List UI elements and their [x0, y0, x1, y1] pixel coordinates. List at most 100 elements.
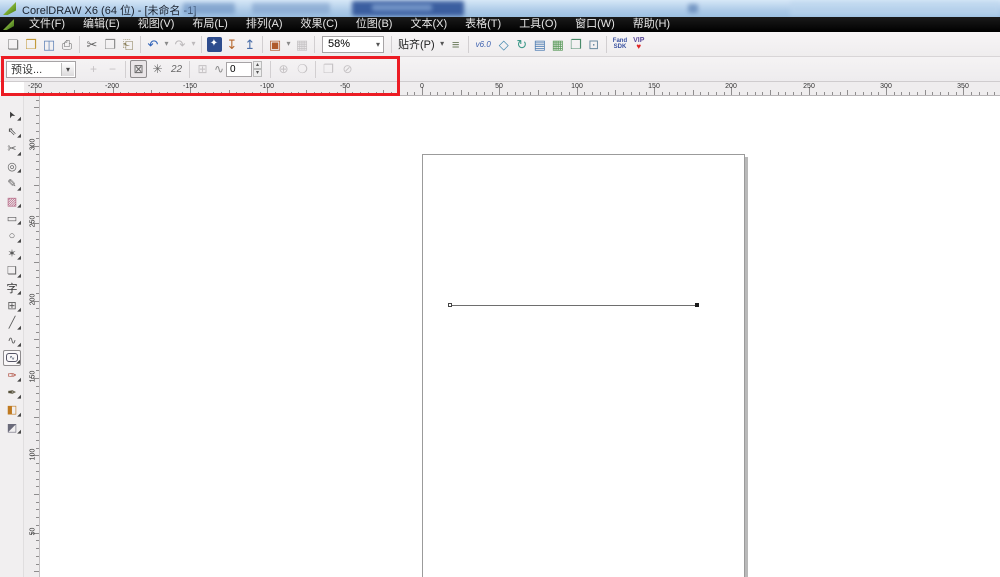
flyout-arrow-icon: ◢ — [17, 220, 21, 226]
menu-item-1[interactable]: 编辑(E) — [74, 17, 129, 32]
preset-dropdown[interactable]: 预设... ▾ — [6, 61, 76, 78]
zoom-level-combo[interactable]: 58% ▾ — [322, 36, 384, 53]
export-button[interactable]: ↥ — [241, 35, 259, 54]
vruler-label: 200 — [30, 292, 37, 308]
interactive-fill-icon: ◩ — [7, 421, 17, 434]
cut-button[interactable]: ✂ — [83, 35, 101, 54]
menu-item-11[interactable]: 帮助(H) — [624, 17, 679, 32]
redo-button[interactable]: ↷ — [171, 35, 189, 54]
line-end-node[interactable] — [695, 303, 699, 307]
page-canvas[interactable] — [422, 154, 745, 577]
coreldraw-menu-logo-icon[interactable] — [3, 19, 14, 30]
freehand-tool[interactable]: ✎◢ — [3, 176, 21, 192]
rectangle-icon: ▭ — [7, 212, 17, 225]
welcome-screen-button[interactable]: ▦ — [293, 35, 311, 54]
undo-dropdown[interactable]: ▾ — [162, 35, 171, 54]
crop-icon: ✂ — [7, 142, 16, 155]
search-content-icon: ✦ — [207, 37, 222, 52]
open-button[interactable]: ❒ — [22, 35, 40, 54]
menu-item-2[interactable]: 视图(V) — [129, 17, 184, 32]
import-button[interactable]: ↧ — [223, 35, 241, 54]
color-eyedropper-tool[interactable]: ✑◢ — [3, 367, 21, 383]
options-button[interactable]: ≡ — [447, 35, 465, 54]
pick-tool[interactable]: ➤◢ — [3, 106, 21, 122]
search-content-button[interactable]: ✦ — [205, 35, 223, 54]
refresh-plugin-icon[interactable]: ↻ — [513, 35, 531, 54]
clear-distortion-button[interactable]: ⊘ — [339, 60, 356, 78]
fill-tool[interactable]: ◧◢ — [3, 402, 21, 418]
page-plugin-icon[interactable]: ▤ — [531, 35, 549, 54]
drawn-line-object[interactable] — [452, 305, 695, 306]
spin-up-icon[interactable]: ▴ — [253, 61, 262, 69]
menu-item-8[interactable]: 表格(T) — [456, 17, 510, 32]
menu-item-5[interactable]: 效果(C) — [292, 17, 347, 32]
copy-plugin-icon[interactable]: ❐ — [567, 35, 585, 54]
chevron-down-icon[interactable]: ▾ — [376, 40, 380, 49]
convert-to-curves-button[interactable]: ❍ — [294, 60, 311, 78]
node-plugin-icon[interactable]: ◇ — [495, 35, 513, 54]
new-document-button[interactable]: ❏ — [4, 35, 22, 54]
interactive-fill-tool[interactable]: ◩◢ — [3, 419, 21, 435]
menu-item-6[interactable]: 位图(B) — [347, 17, 402, 32]
polygon-tool[interactable]: ✶◢ — [3, 245, 21, 261]
twister-distortion-button[interactable]: 22 — [168, 60, 185, 78]
amplitude-spinner[interactable]: ▴ ▾ — [253, 61, 262, 77]
menu-item-7[interactable]: 文本(X) — [401, 17, 456, 32]
distort-tool[interactable]: ∿◢ — [3, 350, 21, 366]
snap-to-button[interactable]: 贴齐(P) — [395, 36, 438, 52]
outline-pen-tool[interactable]: ✒◢ — [3, 384, 21, 400]
horizontal-ruler[interactable]: -250-200-150-100-50050100150200250300350 — [24, 82, 1000, 96]
menu-item-10[interactable]: 窗口(W) — [566, 17, 624, 32]
crop-tool[interactable]: ✂◢ — [3, 141, 21, 157]
coreldraw-window: CorelDRAW X6 (64 位) - [未命名 -1] 文件(F)编辑(E… — [0, 0, 1000, 577]
snap-dropdown[interactable]: ▾ — [438, 35, 447, 54]
remove-preset-button[interactable]: − — [104, 60, 121, 78]
menu-item-0[interactable]: 文件(F) — [20, 17, 74, 32]
vertical-ruler[interactable]: 30025020015010050 — [24, 96, 40, 577]
basic-shapes-tool[interactable]: ❏◢ — [3, 263, 21, 279]
zoom-tool[interactable]: ◎◢ — [3, 158, 21, 174]
redo-dropdown[interactable]: ▾ — [189, 35, 198, 54]
add-preset-button[interactable]: + — [85, 60, 102, 78]
smart-fill-tool[interactable]: ▨◢ — [3, 193, 21, 209]
menu-item-9[interactable]: 工具(O) — [510, 17, 566, 32]
ellipse-tool[interactable]: ○◢ — [3, 228, 21, 244]
hruler-label: 350 — [957, 83, 969, 90]
menu-item-3[interactable]: 布局(L) — [183, 17, 236, 32]
center-distortion-button[interactable]: ⊕ — [275, 60, 292, 78]
shape-tool[interactable]: ⇖◢ — [3, 123, 21, 139]
print-button[interactable]: ⎙ — [58, 35, 76, 54]
save-button[interactable]: ◫ — [40, 35, 58, 54]
hruler-label: 150 — [648, 83, 660, 90]
push-pull-distortion-button[interactable]: ⊠ — [130, 60, 147, 78]
amplitude-wave-icon: ∿ — [213, 60, 225, 78]
chevron-down-icon[interactable]: ▾ — [61, 63, 74, 76]
parallel-dimension-icon: ╱ — [9, 316, 16, 329]
copy-button[interactable]: ❐ — [101, 35, 119, 54]
hruler-label: 0 — [420, 83, 424, 90]
application-launcher-button[interactable]: ▣ — [266, 35, 284, 54]
distortion-amplitude-input[interactable] — [226, 62, 252, 77]
undo-button[interactable]: ↶ — [144, 35, 162, 54]
hruler-label: -200 — [105, 83, 119, 90]
frame-plugin-icon[interactable]: ▦ — [549, 35, 567, 54]
parallel-dimension-tool[interactable]: ╱◢ — [3, 315, 21, 331]
launcher-dropdown[interactable]: ▾ — [284, 35, 293, 54]
table-tool[interactable]: ⊞◢ — [3, 297, 21, 313]
vip-plugin-button[interactable]: VIP ♥ — [630, 38, 647, 51]
add-new-distortion-button[interactable]: ⊞ — [194, 60, 211, 78]
zipper-distortion-button[interactable]: ✳ — [149, 60, 166, 78]
flyout-arrow-icon: ◢ — [17, 394, 21, 400]
copy-distortion-button[interactable]: ❐ — [320, 60, 337, 78]
sdk-plugin-button[interactable]: Fand SDK — [610, 38, 630, 50]
spin-down-icon[interactable]: ▾ — [253, 69, 262, 77]
paste-button[interactable]: ⎗ — [119, 35, 137, 54]
text-tool[interactable]: 字◢ — [3, 280, 21, 296]
connector-tool[interactable]: ∿◢ — [3, 332, 21, 348]
line-start-node[interactable] — [448, 303, 452, 307]
heart-icon: ♥ — [636, 42, 641, 51]
drawing-area[interactable] — [41, 96, 1000, 577]
stack-plugin-icon[interactable]: ⊡ — [585, 35, 603, 54]
rectangle-tool[interactable]: ▭◢ — [3, 210, 21, 226]
menu-item-4[interactable]: 排列(A) — [237, 17, 292, 32]
